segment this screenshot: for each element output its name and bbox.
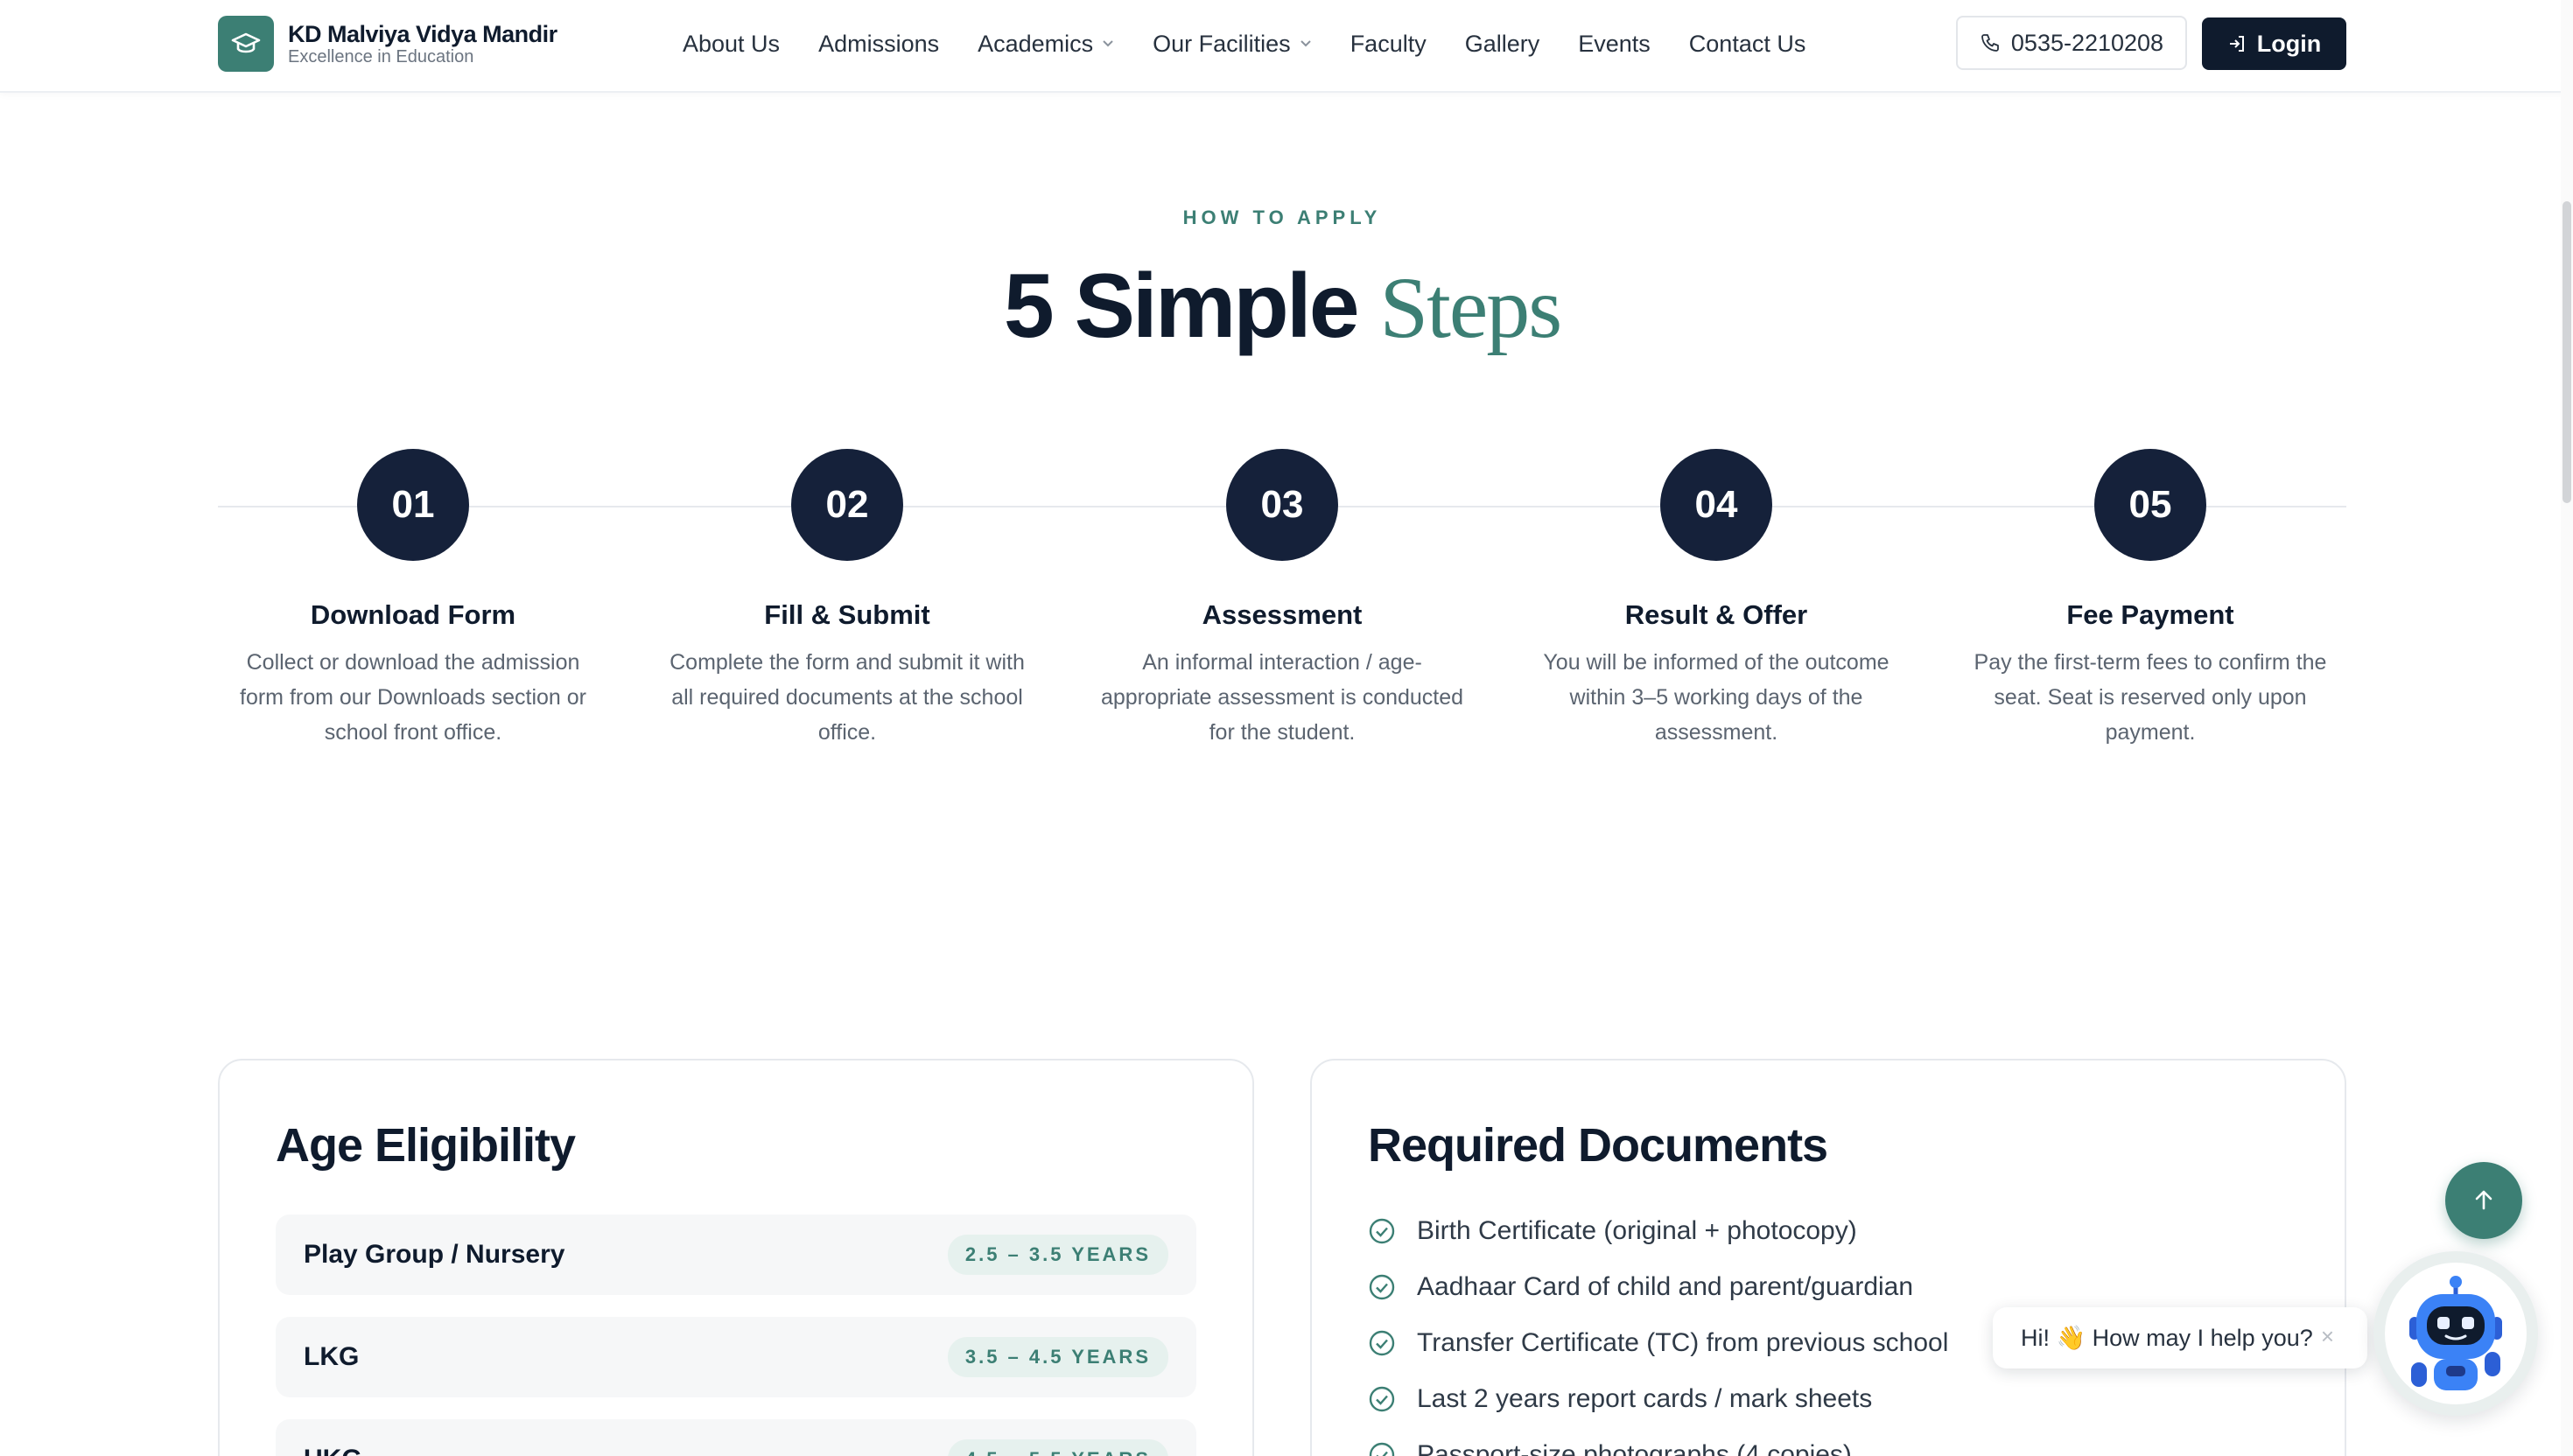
login-label: Login: [2256, 30, 2322, 57]
age-class-label: LKG: [304, 1342, 360, 1371]
document-item: Transfer Certificate (TC) from previous …: [1368, 1328, 1948, 1358]
step-card: 04 Result & Offer You will be informed o…: [1515, 449, 1917, 750]
document-label: Aadhaar Card of child and parent/guardia…: [1417, 1272, 1914, 1301]
arrow-up-icon: [2475, 1190, 2492, 1210]
nav-academics[interactable]: Academics: [978, 31, 1114, 58]
nav-label: Admissions: [818, 30, 940, 57]
phone-icon: [1981, 34, 1999, 52]
document-label: Last 2 years report cards / mark sheets: [1417, 1384, 1873, 1413]
chevron-down-icon: [1102, 39, 1114, 48]
step-number: 03: [1226, 449, 1338, 561]
scroll-to-top-button[interactable]: [2445, 1162, 2522, 1239]
nav-admissions[interactable]: Admissions: [818, 31, 939, 58]
nav-our-facilities[interactable]: Our Facilities: [1153, 31, 1312, 58]
chatbot-launcher[interactable]: [2373, 1251, 2538, 1416]
age-eligibility-card: Age Eligibility Play Group / Nursery 2.5…: [218, 1059, 1254, 1456]
check-circle-icon: [1369, 1442, 1395, 1456]
step-description: Complete the form and submit it with all…: [670, 650, 1025, 745]
check-circle-icon: [1369, 1274, 1395, 1300]
nav-label: About Us: [683, 30, 781, 57]
step-number: 01: [357, 449, 469, 561]
step-title: Fill & Submit: [764, 599, 930, 630]
document-label: Transfer Certificate (TC) from previous …: [1417, 1328, 1949, 1357]
step-description: You will be informed of the outcome with…: [1543, 650, 1889, 745]
age-range-badge: 3.5 – 4.5 YEARS: [947, 1337, 1168, 1377]
document-item: Last 2 years report cards / mark sheets: [1368, 1384, 1872, 1414]
nav-label: Gallery: [1464, 30, 1540, 57]
age-row: LKG 3.5 – 4.5 YEARS: [276, 1317, 1196, 1397]
age-range-badge: 4.5 – 5.5 YEARS: [947, 1439, 1168, 1456]
nav-contact-us[interactable]: Contact Us: [1689, 31, 1806, 58]
site-header: KD Malviya Vidya Mandir Excellence in Ed…: [0, 0, 2573, 93]
brand-tagline: Excellence in Education: [288, 47, 474, 66]
step-number: 05: [2094, 449, 2206, 561]
document-label: Birth Certificate (original + photocopy): [1417, 1216, 1857, 1245]
login-arrow-icon: [2229, 36, 2244, 52]
chevron-down-icon: [1300, 39, 1312, 48]
step-card: 01 Download Form Collect or download the…: [212, 449, 614, 750]
step-card: 03 Assessment An informal interaction / …: [1081, 449, 1483, 750]
step-number: 02: [791, 449, 903, 561]
step-card: 02 Fill & Submit Complete the form and s…: [646, 449, 1048, 750]
robot-icon: [2409, 1276, 2502, 1390]
document-label: Passport-size photographs (4 copies): [1417, 1440, 1852, 1456]
brand-name: KD Malviya Vidya Mandir: [288, 21, 557, 47]
step-description: Collect or download the admission form f…: [240, 650, 586, 745]
step-description: Pay the first-term fees to confirm the s…: [1974, 650, 2327, 745]
step-title: Download Form: [310, 599, 516, 630]
step-title: Fee Payment: [2066, 599, 2234, 630]
nav-gallery[interactable]: Gallery: [1465, 31, 1540, 58]
main-nav: About Us Admissions Academics Our Facili…: [683, 0, 1844, 88]
age-row: Play Group / Nursery 2.5 – 3.5 YEARS: [276, 1214, 1196, 1295]
document-item: Birth Certificate (original + photocopy): [1368, 1216, 1857, 1246]
brand[interactable]: KD Malviya Vidya Mandir Excellence in Ed…: [218, 16, 557, 72]
step-card: 05 Fee Payment Pay the first-term fees t…: [1949, 449, 2352, 750]
step-number: 04: [1660, 449, 1772, 561]
nav-label: Events: [1578, 30, 1651, 57]
close-icon[interactable]: ×: [2321, 1325, 2334, 1348]
nav-label: Academics: [978, 30, 1094, 57]
document-item: Passport-size photographs (4 copies): [1368, 1440, 1852, 1456]
section-eyebrow: HOW TO APPLY: [1182, 206, 1382, 228]
age-range-badge: 2.5 – 3.5 YEARS: [947, 1235, 1168, 1275]
login-button[interactable]: Login: [2202, 18, 2346, 70]
document-item: Aadhaar Card of child and parent/guardia…: [1368, 1272, 1913, 1302]
age-eligibility-title: Age Eligibility: [276, 1119, 576, 1172]
section-title-main: 5 Simple: [1003, 256, 1360, 357]
required-documents-title: Required Documents: [1368, 1119, 1828, 1172]
nav-faculty[interactable]: Faculty: [1350, 31, 1427, 58]
chat-greeting-text: Hi! 👋 How may I help you?: [2021, 1325, 2313, 1351]
check-circle-icon: [1369, 1218, 1395, 1244]
nav-label: Our Facilities: [1153, 30, 1291, 57]
age-class-label: Play Group / Nursery: [304, 1240, 565, 1269]
nav-about-us[interactable]: About Us: [683, 31, 780, 58]
section-title-accent: Steps: [1379, 259, 1562, 356]
nav-label: Faculty: [1350, 30, 1427, 57]
check-circle-icon: [1369, 1386, 1395, 1412]
step-title: Assessment: [1202, 599, 1363, 630]
chat-greeting-bubble[interactable]: Hi! 👋 How may I help you? ×: [1993, 1307, 2367, 1368]
required-documents-card: Required Documents Birth Certificate (or…: [1310, 1059, 2346, 1456]
age-class-label: UKG: [304, 1445, 362, 1456]
phone-button[interactable]: 0535-2210208: [1956, 16, 2187, 70]
check-circle-icon: [1369, 1330, 1395, 1356]
nav-label: Contact Us: [1688, 30, 1806, 57]
graduation-cap-icon: [218, 16, 274, 72]
section-title: 5 Simple Steps: [0, 254, 2564, 360]
age-row: UKG 4.5 – 5.5 YEARS: [276, 1419, 1196, 1456]
step-title: Result & Offer: [1624, 599, 1808, 630]
step-description: An informal interaction / age-appropriat…: [1100, 650, 1464, 745]
phone-number: 0535-2210208: [2010, 29, 2164, 56]
nav-events[interactable]: Events: [1578, 31, 1651, 58]
